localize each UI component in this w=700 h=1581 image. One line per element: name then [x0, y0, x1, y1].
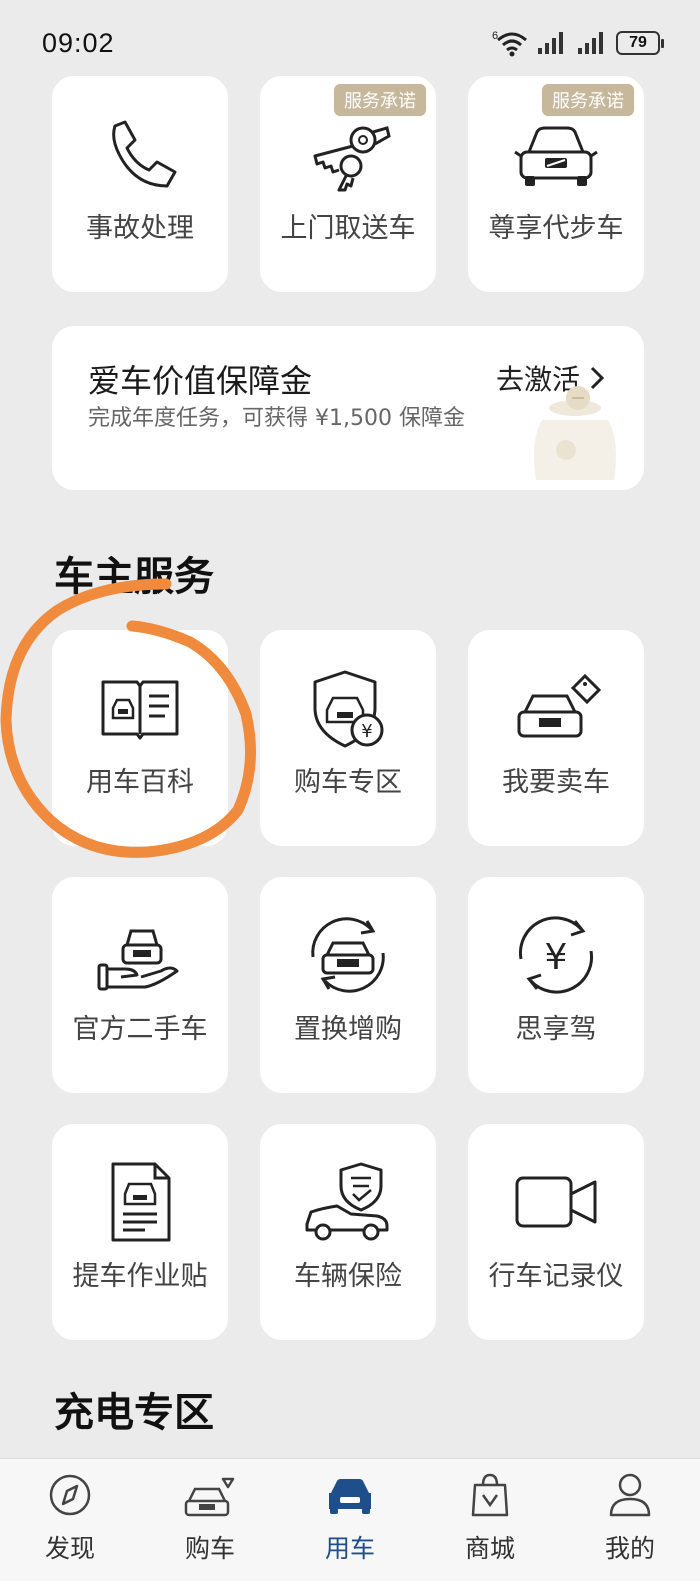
- value-guarantee-card[interactable]: 爱车价值保障金 完成年度任务，可获得 ¥1,500 保障金 去激活: [52, 326, 644, 490]
- service-promise-badge: 服务承诺: [334, 84, 426, 116]
- status-bar: 09:02 6 79: [0, 0, 700, 86]
- car-exchange-cycle-icon: [311, 917, 385, 993]
- tile-delivery-sticker[interactable]: 提车作业贴: [52, 1124, 228, 1340]
- tile-pickup-delivery[interactable]: 服务承诺 上门取送车: [260, 76, 436, 292]
- status-time: 09:02: [42, 28, 115, 58]
- phone-icon: [112, 120, 177, 188]
- car-document-icon: [111, 1162, 171, 1242]
- tab-label: 商城: [464, 1534, 515, 1563]
- car-price-tag-icon: [517, 673, 601, 738]
- tile-label: 置换增购: [294, 1014, 402, 1045]
- signal-icon: [538, 32, 563, 54]
- section-title-charging: 充电专区: [54, 1390, 214, 1436]
- section-title-owner-services: 车主服务: [54, 554, 214, 600]
- signal-icon-2: [578, 32, 603, 54]
- tab-label: 用车: [324, 1534, 375, 1563]
- svg-text:¥: ¥: [361, 721, 372, 742]
- tab-label: 我的: [604, 1534, 655, 1563]
- video-camera-icon: [515, 1176, 597, 1228]
- tab-discover[interactable]: 发现: [0, 1459, 140, 1581]
- tab-use-car[interactable]: 用车: [280, 1459, 420, 1581]
- status-icons: 6 79: [492, 26, 664, 60]
- tile-car-purchase[interactable]: ¥ 购车专区: [260, 630, 436, 846]
- tile-label: 尊享代步车: [488, 213, 624, 244]
- value-card-title: 爱车价值保障金: [88, 362, 313, 400]
- car-filled-icon: [329, 1479, 371, 1514]
- tile-label: 思享驾: [515, 1014, 597, 1045]
- car-buy-icon: [184, 1477, 235, 1517]
- tile-official-used-car[interactable]: 官方二手车: [52, 877, 228, 1093]
- tab-buy-car[interactable]: 购车: [140, 1459, 280, 1581]
- tile-label: 行车记录仪: [488, 1261, 624, 1292]
- tab-mine[interactable]: 我的: [560, 1459, 700, 1581]
- car-shield-yuan-icon: ¥: [313, 670, 384, 748]
- tab-label: 发现: [44, 1534, 95, 1563]
- tile-sell-car[interactable]: 我要卖车: [468, 630, 644, 846]
- tile-vehicle-insurance[interactable]: 车辆保险: [260, 1124, 436, 1340]
- car-insurance-shield-icon: [305, 1162, 389, 1241]
- tile-label: 我要卖车: [502, 767, 610, 798]
- coin-jar-icon: [534, 386, 616, 480]
- battery-icon: 79: [616, 31, 664, 55]
- tab-mall[interactable]: 商城: [420, 1459, 560, 1581]
- wifi-icon: 6: [492, 30, 527, 57]
- compass-icon: [49, 1474, 91, 1516]
- person-icon: [609, 1473, 651, 1517]
- battery-level: 79: [629, 34, 647, 51]
- car-manual-book-icon: [101, 680, 179, 740]
- bottom-tab-bar: 发现 购车 用车 商城 我的: [0, 1458, 700, 1581]
- tile-label: 事故处理: [86, 213, 194, 244]
- svg-text:¥: ¥: [545, 937, 568, 978]
- tab-label: 购车: [184, 1534, 235, 1563]
- shopping-bag-icon: [471, 1473, 509, 1517]
- tile-label: 购车专区: [294, 767, 402, 798]
- tile-car-encyclopedia[interactable]: 用车百科: [52, 630, 228, 846]
- tile-label: 车辆保险: [294, 1261, 402, 1292]
- value-card-description: 完成年度任务，可获得 ¥1,500 保障金: [88, 406, 465, 431]
- tile-dashcam[interactable]: 行车记录仪: [468, 1124, 644, 1340]
- tile-sixiangjia[interactable]: ¥ 思享驾: [468, 877, 644, 1093]
- tile-label: 上门取送车: [280, 213, 416, 244]
- tile-label: 官方二手车: [72, 1014, 208, 1045]
- tile-label: 提车作业贴: [72, 1261, 208, 1292]
- tile-courtesy-car[interactable]: 服务承诺 尊享代步车: [468, 76, 644, 292]
- network-label: 6: [492, 30, 498, 42]
- keys-icon: [313, 126, 391, 192]
- yuan-cycle-icon: ¥: [518, 916, 594, 994]
- service-promise-badge: 服务承诺: [542, 84, 634, 116]
- car-on-hand-icon: [97, 929, 179, 991]
- tile-trade-in[interactable]: 置换增购: [260, 877, 436, 1093]
- car-front-icon: [514, 126, 598, 186]
- tile-label: 用车百科: [86, 767, 194, 798]
- tile-accident[interactable]: 事故处理: [52, 76, 228, 292]
